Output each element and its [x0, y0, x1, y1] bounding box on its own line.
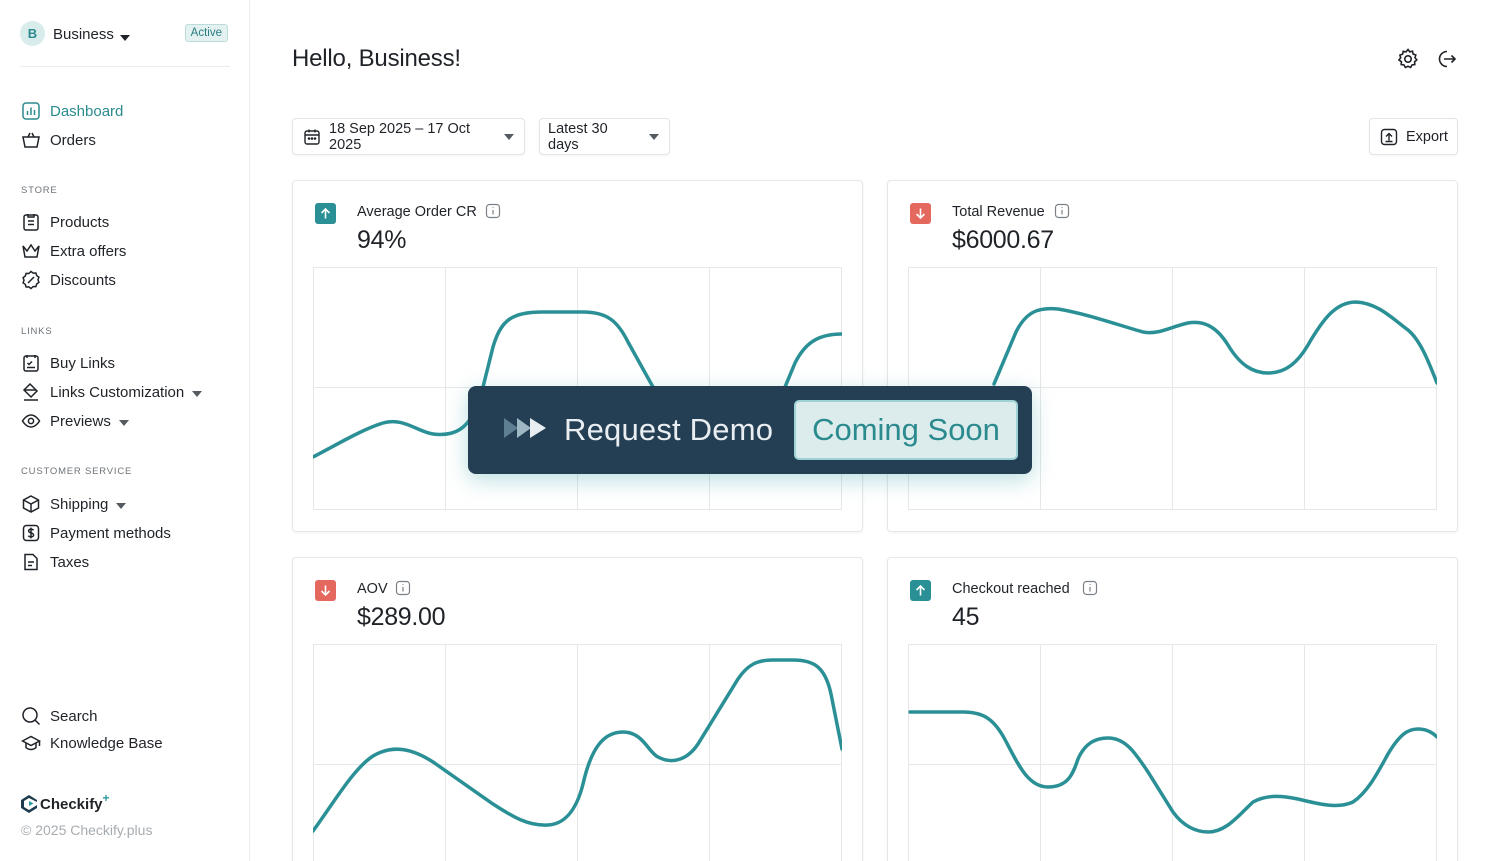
eye-icon — [20, 410, 42, 432]
page-title: Hello, Business! — [292, 45, 461, 72]
chevron-down-icon — [649, 133, 659, 140]
sidebar-item-dashboard[interactable]: Dashboard — [20, 99, 123, 123]
fast-forward-icon — [504, 416, 548, 445]
basket-icon — [20, 129, 42, 151]
metric-card-total-revenue: Total Revenue $6000.67 — [887, 180, 1458, 532]
period-value: Latest 30 days — [548, 120, 608, 153]
metric-label: Average Order CR — [357, 204, 477, 220]
metric-value: 45 — [952, 603, 980, 631]
info-icon[interactable] — [1082, 580, 1098, 596]
arrow-up-icon — [315, 203, 336, 224]
sidebar-item-label: Extra offers — [50, 242, 127, 260]
sidebar-item-label: Buy Links — [50, 354, 116, 372]
graduation-cap-icon — [20, 732, 42, 754]
sidebar-item-taxes[interactable]: Taxes — [20, 550, 89, 574]
logout-icon[interactable] — [1433, 46, 1459, 72]
brand-plus: + — [102, 791, 110, 805]
account-name: Business — [53, 26, 114, 43]
export-icon — [1380, 128, 1398, 146]
sidebar-item-extra-offers[interactable]: Extra offers — [20, 239, 126, 263]
calendar-icon — [303, 128, 321, 146]
export-label: Export — [1406, 128, 1448, 145]
metric-value: $289.00 — [357, 603, 446, 631]
date-range-picker[interactable]: 18 Sep 2025 – 17 Oct 2025 — [292, 118, 525, 155]
chevron-down-icon — [120, 28, 130, 46]
metric-value: $6000.67 — [952, 226, 1054, 254]
checkify-logo-icon — [21, 795, 37, 813]
arrow-up-icon — [910, 580, 931, 601]
clipboard-icon — [20, 211, 42, 233]
account-switcher[interactable]: B Business Active — [20, 20, 230, 48]
period-select[interactable]: Latest 30 days — [539, 118, 670, 155]
brand-name: Checkify — [40, 795, 103, 813]
sidebar-item-knowledge-base[interactable]: Knowledge Base — [20, 731, 163, 755]
sidebar-item-products[interactable]: Products — [20, 210, 109, 234]
sparkline-chart — [313, 644, 842, 861]
status-badge: Active — [184, 24, 228, 42]
section-label-store: STORE — [21, 185, 58, 196]
sidebar-item-label: Products — [50, 213, 110, 231]
sidebar-item-buy-links[interactable]: Buy Links — [20, 351, 115, 375]
chevron-down-icon — [116, 496, 127, 513]
copyright: © 2025 Checkify.plus — [21, 822, 153, 838]
divider — [20, 66, 230, 67]
calendar-list-icon — [20, 352, 42, 374]
avatar: B — [20, 21, 45, 46]
sidebar-item-payment-methods[interactable]: Payment methods — [20, 521, 171, 545]
crown-icon — [20, 240, 42, 262]
sidebar-item-previews[interactable]: Previews — [20, 409, 129, 433]
request-demo-banner[interactable]: Request Demo Coming Soon — [468, 386, 1032, 474]
metric-card-average-order-cr: Average Order CR 94% — [292, 180, 863, 532]
brand-logo: Checkify + — [20, 791, 110, 814]
sidebar: B Business Active Dashboard Orders STORE… — [0, 0, 250, 861]
sidebar-item-discounts[interactable]: Discounts — [20, 268, 116, 292]
sidebar-item-label: Discounts — [50, 271, 116, 289]
sidebar-item-label: Shipping — [50, 495, 109, 513]
sidebar-item-orders[interactable]: Orders — [20, 128, 96, 152]
arrow-down-icon — [910, 203, 931, 224]
sidebar-item-label: Search — [50, 707, 98, 725]
chart-icon — [20, 100, 42, 122]
chevron-down-icon — [504, 133, 514, 140]
metric-card-aov: AOV $289.00 — [292, 557, 863, 861]
gear-icon[interactable] — [1395, 46, 1421, 72]
paint-bucket-icon — [20, 381, 42, 403]
section-label-links: LINKS — [21, 326, 53, 337]
sidebar-item-label: Links Customization — [50, 383, 185, 401]
metric-label: Total Revenue — [952, 204, 1045, 220]
metric-value: 94% — [357, 226, 407, 254]
sidebar-item-label: Orders — [50, 131, 96, 149]
arrow-down-icon — [315, 580, 336, 601]
document-icon — [20, 551, 42, 573]
info-icon[interactable] — [485, 203, 501, 219]
sidebar-item-label: Taxes — [50, 553, 90, 571]
sidebar-item-label: Knowledge Base — [50, 734, 163, 752]
box-icon — [20, 493, 42, 515]
metric-label: Checkout reached — [952, 581, 1070, 597]
sidebar-item-links-customization[interactable]: Links Customization — [20, 380, 203, 404]
request-demo-label: Request Demo — [564, 412, 774, 447]
sidebar-item-search[interactable]: Search — [20, 704, 98, 728]
date-range-value: 18 Sep 2025 – 17 Oct 2025 — [329, 120, 471, 153]
metric-card-checkout-reached: Checkout reached 45 — [887, 557, 1458, 861]
info-icon[interactable] — [1054, 203, 1070, 219]
dollar-icon — [20, 522, 42, 544]
discount-badge-icon — [20, 269, 42, 291]
chevron-down-icon — [118, 413, 129, 430]
sparkline-chart — [908, 644, 1437, 861]
export-button[interactable]: Export — [1369, 118, 1458, 155]
chevron-down-icon — [192, 384, 203, 401]
info-icon[interactable] — [395, 580, 411, 596]
sidebar-item-label: Previews — [50, 412, 111, 430]
sidebar-item-label: Dashboard — [50, 102, 124, 120]
search-icon — [20, 705, 42, 727]
sidebar-item-label: Payment methods — [50, 524, 171, 542]
section-label-customer-service: CUSTOMER SERVICE — [21, 466, 133, 477]
coming-soon-badge: Coming Soon — [794, 400, 1018, 460]
metric-label: AOV — [357, 581, 388, 597]
sidebar-item-shipping[interactable]: Shipping — [20, 492, 127, 516]
